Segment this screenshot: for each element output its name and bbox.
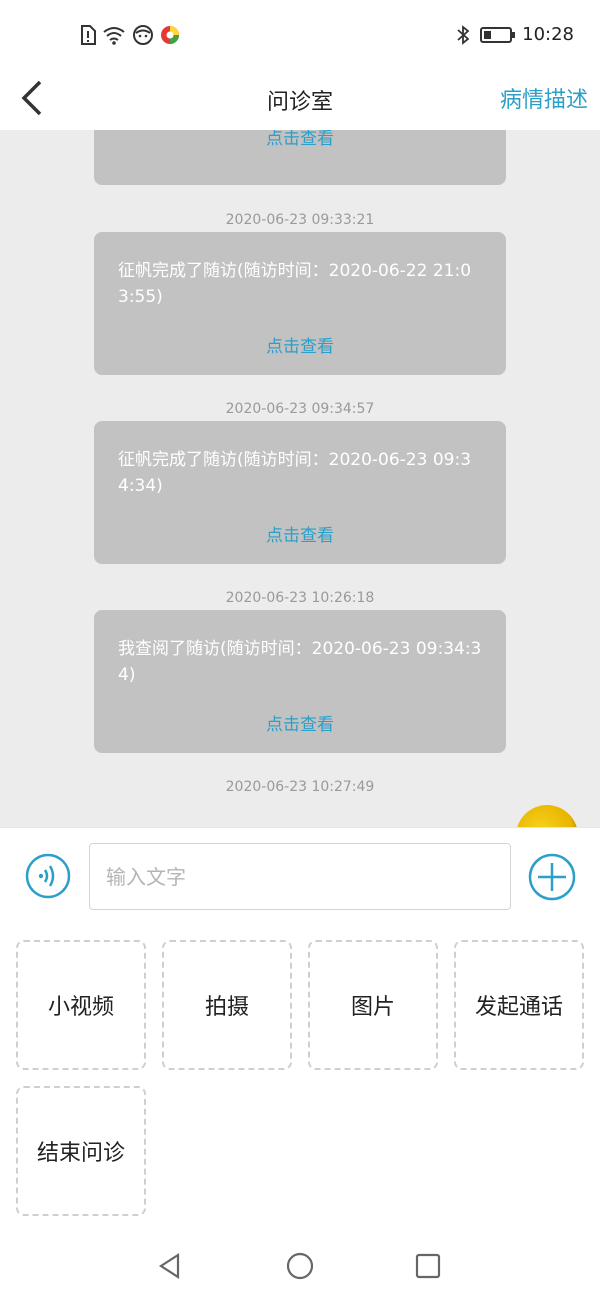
message-bubble: 我查阅了随访(随访时间：2020-06-23 09:34:34) 点击查看 [94,610,506,753]
avatar[interactable] [516,805,578,827]
message-bubble: 征帆完成了随访(随访时间：2020-06-22 21:03:55) 点击查看 [94,232,506,375]
short-video-button[interactable]: 小视频 [16,940,146,1070]
message-text: 征帆完成了随访(随访时间：2020-06-22 21:03:55) [118,261,472,307]
picture-button[interactable]: 图片 [308,940,438,1070]
input-area [0,827,600,930]
message-input[interactable] [89,843,511,910]
message-timestamp: 2020-06-23 10:27:49 [225,779,375,795]
chat-area[interactable]: 点击查看 2020-06-23 09:33:21 征帆完成了随访(随访时间：20… [0,130,600,827]
home-circle-icon[interactable] [286,1252,314,1280]
view-link[interactable]: 点击查看 [94,130,506,149]
face-icon [133,25,153,45]
view-link[interactable]: 点击查看 [94,710,506,735]
end-consultation-button[interactable]: 结束问诊 [16,1086,146,1216]
voice-input-icon[interactable] [25,853,71,899]
view-link[interactable]: 点击查看 [94,332,506,357]
back-triangle-icon[interactable] [156,1252,184,1280]
sim-alert-icon [81,25,96,45]
start-call-button[interactable]: 发起通话 [454,940,584,1070]
shoot-button[interactable]: 拍摄 [162,940,292,1070]
message-timestamp: 2020-06-23 09:34:57 [225,401,375,417]
message-timestamp: 2020-06-23 09:33:21 [225,212,375,228]
system-nav-bar [0,1230,600,1301]
plus-icon[interactable] [528,853,576,901]
message-timestamp: 2020-06-23 10:26:18 [225,590,375,606]
message-bubble: 点击查看 [94,130,506,185]
action-panel: 小视频 拍摄 图片 发起通话 结束问诊 [0,930,600,1230]
message-text: 征帆完成了随访(随访时间：2020-06-23 09:34:34) [118,450,472,496]
status-time: 10:28 [522,24,574,45]
wifi-icon [103,27,125,45]
app-color-icon [161,26,179,44]
view-link[interactable]: 点击查看 [94,521,506,546]
nav-bar: 问诊室 病情描述 [0,66,600,130]
recent-apps-icon[interactable] [414,1252,442,1280]
message-text: 我查阅了随访(随访时间：2020-06-23 09:34:34) [118,639,482,685]
bluetooth-icon [457,24,470,45]
battery-fill [484,30,492,39]
battery-icon [480,26,516,43]
condition-description-button[interactable]: 病情描述 [500,82,588,114]
message-bubble: 征帆完成了随访(随访时间：2020-06-23 09:34:34) 点击查看 [94,421,506,564]
status-icons-right: 10:28 [456,24,574,45]
status-bar: 10:28 [0,0,600,66]
status-icons-left [80,24,180,46]
